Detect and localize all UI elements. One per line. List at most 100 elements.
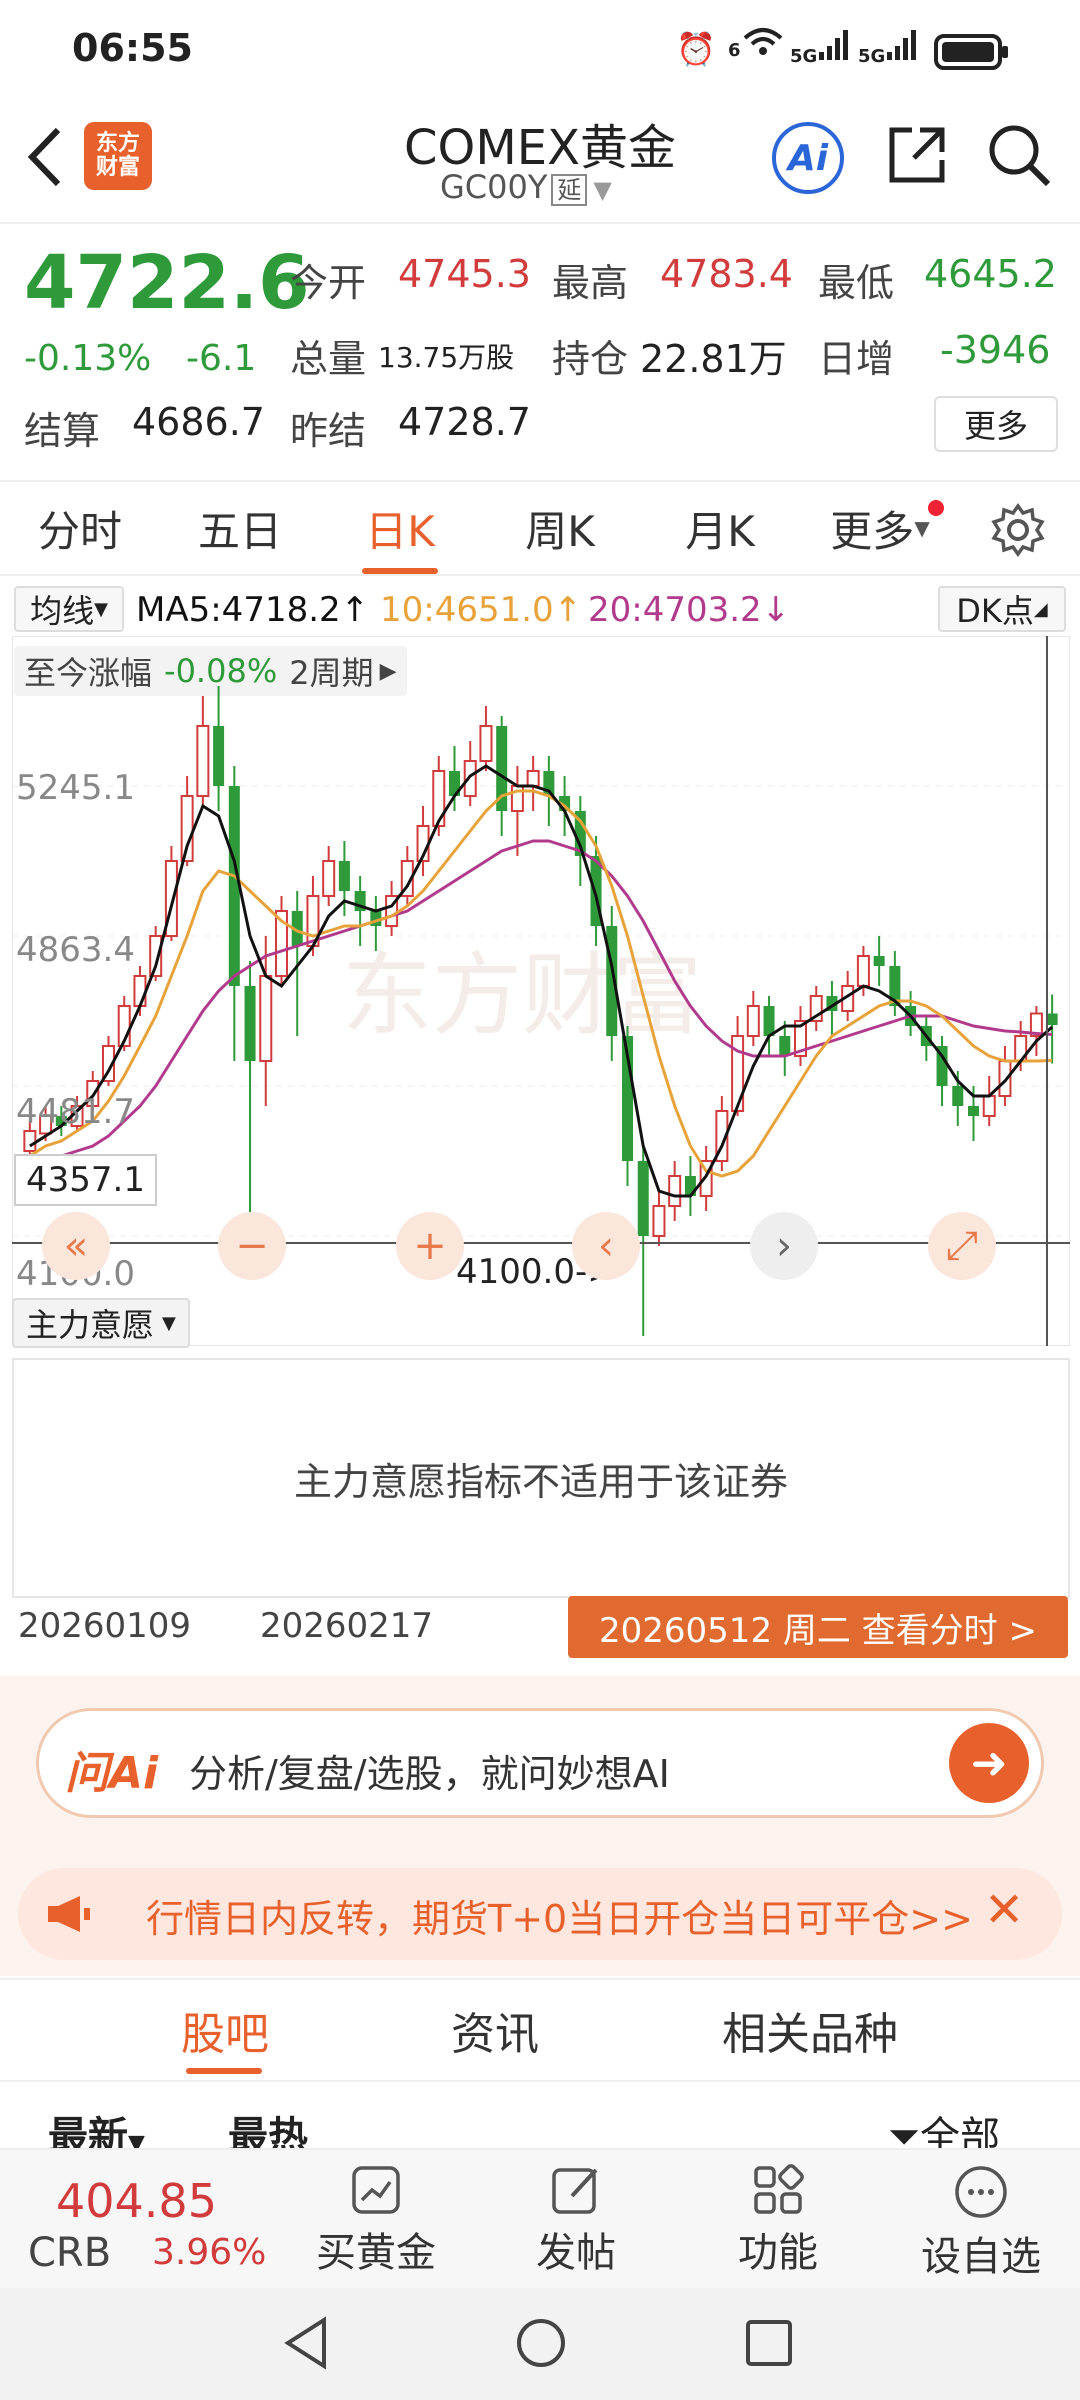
active-tab-indicator: [362, 568, 438, 574]
candle-body: [652, 1205, 666, 1237]
zoom-out-button[interactable]: −: [218, 1212, 286, 1280]
post-label: 发帖: [536, 2230, 616, 2276]
more-button[interactable]: 更多: [934, 396, 1058, 452]
title-bar: 东方财富 COMEX黄金 GC00Y 延 ▼ Ai: [0, 100, 1080, 224]
candle-body: [133, 975, 147, 1007]
arrow-right-icon[interactable]: ➜: [949, 1723, 1029, 1803]
volume-value: 13.75万股: [378, 341, 515, 374]
settle-label: 结算: [24, 409, 101, 453]
candlestick-chart[interactable]: 东方财富: [12, 636, 1070, 1346]
notification-dot: [928, 500, 944, 516]
tab-news[interactable]: 资讯: [400, 1980, 590, 2080]
candle-body: [779, 1036, 791, 1056]
status-bar: 06:55 ⏰ 6 5G 5G: [0, 0, 1080, 100]
post-button[interactable]: 发帖: [506, 2164, 646, 2278]
fullscreen-icon[interactable]: ⤢: [928, 1212, 996, 1280]
candle-body: [1046, 1013, 1058, 1025]
tab-forum[interactable]: 股吧: [130, 1980, 320, 2080]
search-icon[interactable]: [986, 122, 1052, 192]
candle-body: [637, 1161, 649, 1236]
more-dots-icon: [955, 2166, 1007, 2218]
promo-banner[interactable]: 行情日内反转，期货T+0当日开仓当日可平仓>> ✕: [18, 1868, 1062, 1960]
prev-settle-label: 昨结: [290, 409, 367, 453]
share-icon[interactable]: [884, 122, 950, 192]
prev-settle-value: 4728.7: [398, 400, 531, 444]
period-tabs: 分时 五日 日K 周K 月K 更多 ▼: [0, 480, 1080, 576]
candle-body: [213, 726, 225, 786]
tab-intraday[interactable]: 分时: [0, 482, 160, 574]
daily-increase-label: 日增: [818, 337, 895, 381]
tab-daily-k[interactable]: 日K: [320, 482, 480, 574]
battery-icon: [934, 32, 1010, 76]
nav-recents-icon[interactable]: [744, 2318, 794, 2372]
change-percent: -0.13%: [24, 338, 152, 379]
functions-button[interactable]: 功能: [708, 2164, 848, 2278]
change-value: -6.1: [186, 338, 257, 379]
grid-icon: [754, 2164, 804, 2214]
ma5-label: MA5:4718.2↑: [136, 590, 370, 630]
high-label: 最高: [552, 261, 629, 305]
buy-gold-label: 买黄金: [316, 2230, 436, 2276]
x-label-start: 20260109: [18, 1606, 192, 1646]
nav-back-icon[interactable]: [282, 2316, 332, 2374]
selected-date-button[interactable]: 20260512 周二 查看分时 >: [568, 1596, 1068, 1658]
open-label: 今开: [290, 261, 367, 305]
sub-indicator-selector[interactable]: 主力意愿 ▼: [12, 1298, 190, 1348]
tab-related[interactable]: 相关品种: [690, 1980, 930, 2080]
ma10-label: 10:4651.0↑: [380, 590, 583, 630]
sub-indicator-message: 主力意愿指标不适用于该证券: [12, 1358, 1070, 1598]
scroll-left-fast-button[interactable]: «: [42, 1212, 110, 1280]
delay-tag: 延: [551, 174, 588, 206]
buy-gold-button[interactable]: 买黄金: [306, 2164, 446, 2278]
nav-home-icon[interactable]: [514, 2316, 568, 2374]
candle-body: [338, 861, 350, 891]
y-tick-3: 4481.7: [16, 1092, 135, 1132]
ai-brand: 问Ai: [65, 1748, 159, 1799]
candle-body: [23, 1130, 37, 1152]
low-label: 最低: [818, 261, 895, 305]
volume-label: 总量: [290, 337, 367, 381]
crb-value[interactable]: 404.85: [56, 2174, 217, 2228]
back-button[interactable]: [20, 122, 70, 196]
quote-panel: 4722.6 -0.13% -6.1 今开 4745.3 最高 4783.4 最…: [0, 224, 1080, 464]
edit-icon: [552, 2168, 598, 2214]
candle-body: [763, 1006, 775, 1036]
add-watchlist-label: 设自选: [921, 2234, 1041, 2280]
watermark: 东方财富: [342, 943, 702, 1048]
settle-value: 4686.7: [132, 400, 265, 444]
ma-selector[interactable]: 均线 ▼: [14, 586, 124, 632]
scroll-right-button[interactable]: ›: [750, 1212, 818, 1280]
caret-down-icon: ▼: [593, 176, 612, 204]
tab-monthly-k[interactable]: 月K: [640, 482, 800, 574]
high-value: 4783.4: [660, 252, 793, 296]
content-tabs: 股吧 资讯 相关品种: [0, 1978, 1080, 2082]
add-watchlist-button[interactable]: 设自选: [906, 2164, 1056, 2282]
candle-body: [479, 725, 493, 762]
wifi-icon: 6: [728, 26, 785, 61]
candle-body: [952, 1086, 964, 1106]
candle-body: [746, 1005, 760, 1037]
crosshair-price-label: 4357.1: [14, 1154, 157, 1206]
ai-button[interactable]: Ai: [772, 122, 844, 194]
functions-label: 功能: [738, 2230, 818, 2276]
low-value: 4645.2: [924, 252, 1057, 296]
x-label-mid: 20260217: [260, 1606, 434, 1646]
system-nav-bar: [0, 2288, 1080, 2400]
crb-label: CRB: [28, 2230, 112, 2276]
tab-weekly-k[interactable]: 周K: [480, 482, 640, 574]
banner-text: 行情日内反转，期货T+0当日开仓当日可平仓>>: [146, 1897, 973, 1941]
tab-more[interactable]: 更多 ▼: [800, 482, 960, 574]
last-price: 4722.6: [24, 240, 310, 326]
tab-five-day[interactable]: 五日: [160, 482, 320, 574]
scroll-left-button[interactable]: ‹: [572, 1212, 640, 1280]
megaphone-icon: [44, 1892, 94, 1940]
active-subtab-indicator: [186, 2068, 262, 2074]
dk-point-button[interactable]: DK点 ◢: [938, 586, 1066, 632]
ai-search-bar[interactable]: 问Ai 分析/复盘/选股，就问妙想AI ➜: [36, 1708, 1044, 1818]
close-icon[interactable]: ✕: [984, 1882, 1024, 1938]
candle-body: [967, 1106, 980, 1116]
ma20-label: 20:4703.2↓: [588, 590, 791, 630]
signal-icon-1: 5G: [790, 28, 851, 67]
zoom-in-button[interactable]: +: [396, 1212, 464, 1280]
settings-icon[interactable]: [990, 502, 1046, 562]
